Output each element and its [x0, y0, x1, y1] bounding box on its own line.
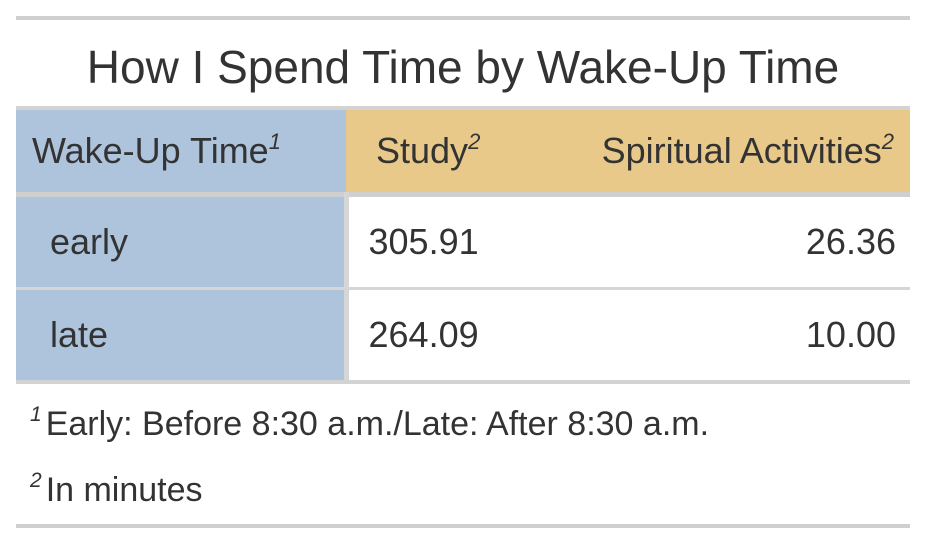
footnote-mark: 2: [881, 129, 894, 154]
column-header-label: Wake-Up Time: [32, 130, 269, 171]
table-row: late 264.09 10.00: [16, 287, 910, 380]
column-header-row: Wake-Up Time1 Study2 Spiritual Activitie…: [16, 110, 910, 195]
spiritual-activities-value-cell: 26.36: [521, 192, 910, 289]
column-header-wake-up-time: Wake-Up Time1: [16, 110, 346, 195]
row-label-cell: late: [16, 287, 349, 380]
column-header-spiritual-activities: Spiritual Activities2: [521, 110, 910, 195]
table-title: How I Spend Time by Wake-Up Time: [86, 41, 840, 93]
footnote-mark: 2: [468, 129, 481, 154]
spiritual-activities-value-cell: 10.00: [521, 287, 910, 380]
summary-table: How I Spend Time by Wake-Up Time Wake-Up…: [16, 16, 910, 528]
table-end-rule: [16, 524, 910, 528]
study-value-cell: 264.09: [346, 287, 521, 380]
footnote-mark: 1: [30, 403, 42, 426]
footnote-mark: 2: [30, 469, 42, 492]
footnote-2: 2 In minutes: [16, 460, 910, 524]
table-row: early 305.91 26.36: [16, 192, 910, 289]
column-header-study: Study2: [346, 110, 521, 195]
column-header-label: Study: [376, 130, 469, 171]
row-label-cell: early: [16, 192, 349, 289]
footnote-1: 1 Early: Before 8:30 a.m./Late: After 8:3…: [16, 384, 910, 460]
data-table: Wake-Up Time1 Study2 Spiritual Activitie…: [16, 110, 910, 380]
column-header-label: Spiritual Activities: [601, 130, 882, 171]
footnote-text: In minutes: [45, 471, 203, 509]
footnote-mark: 1: [268, 129, 281, 154]
study-value-cell: 305.91: [346, 192, 521, 289]
footnote-text: Early: Before 8:30 a.m./Late: After 8:30…: [45, 405, 710, 443]
